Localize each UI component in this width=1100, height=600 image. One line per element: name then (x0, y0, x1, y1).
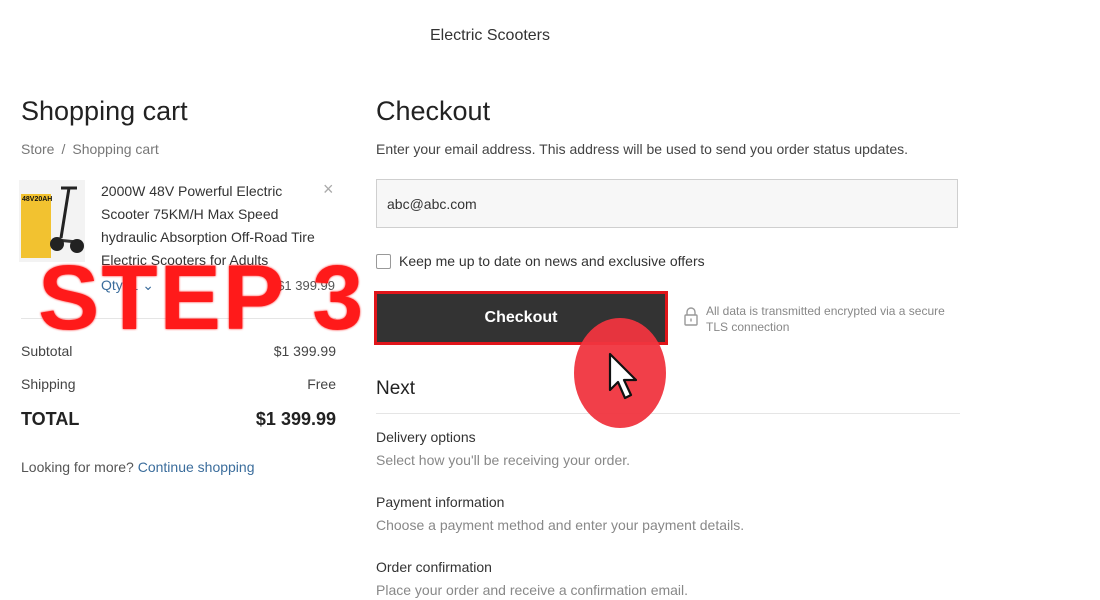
step-overlay-label: STEP 3 (38, 247, 366, 349)
payment-information-title: Payment information (376, 494, 505, 510)
delivery-options-desc: Select how you'll be receiving your orde… (376, 452, 631, 468)
breadcrumb: Store / Shopping cart (21, 141, 159, 157)
breadcrumb-store-link[interactable]: Store (21, 141, 54, 157)
continue-shopping-text: Looking for more? Continue shopping (21, 459, 255, 475)
checkout-title: Checkout (376, 96, 491, 126)
total-row: TOTAL $1 399.99 (21, 409, 336, 430)
continue-shopping-link[interactable]: Continue shopping (138, 459, 255, 475)
breadcrumb-separator: / (61, 141, 66, 157)
order-confirmation-desc: Place your order and receive a confirmat… (376, 582, 689, 598)
payment-information-desc: Choose a payment method and enter your p… (376, 517, 745, 533)
delivery-options-title: Delivery options (376, 429, 476, 445)
more-text: Looking for more? (21, 459, 134, 475)
shipping-value: Free (307, 376, 336, 392)
store-name[interactable]: Electric Scooters (0, 27, 980, 45)
email-info-text: Enter your email address. This address w… (376, 141, 909, 157)
next-divider (376, 413, 960, 414)
newsletter-option[interactable]: Keep me up to date on news and exclusive… (376, 253, 705, 269)
cursor-arrow-icon (608, 352, 638, 400)
total-label: TOTAL (21, 409, 80, 429)
close-icon[interactable]: × (323, 179, 334, 200)
lock-icon (684, 307, 698, 326)
newsletter-label[interactable]: Keep me up to date on news and exclusive… (399, 253, 705, 269)
shipping-row: Shipping Free (21, 376, 336, 392)
next-title: Next (376, 378, 416, 399)
breadcrumb-current: Shopping cart (72, 141, 159, 157)
secure-notice: All data is transmitted encrypted via a … (684, 303, 946, 335)
order-confirmation-title: Order confirmation (376, 559, 492, 575)
secure-text: All data is transmitted encrypted via a … (706, 304, 945, 334)
cart-title: Shopping cart (21, 96, 188, 126)
shipping-label: Shipping (21, 376, 76, 392)
newsletter-checkbox[interactable] (376, 253, 391, 269)
email-input[interactable] (376, 179, 958, 228)
total-value: $1 399.99 (255, 409, 336, 429)
